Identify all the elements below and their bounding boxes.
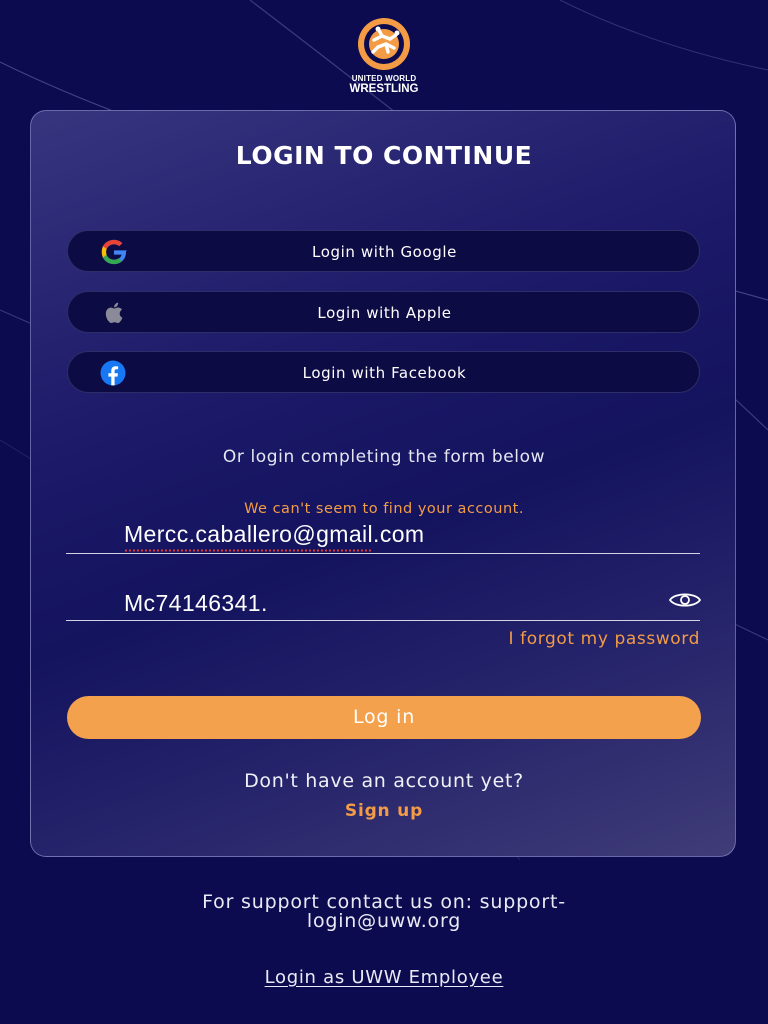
forgot-password-link[interactable]: I forgot my password bbox=[380, 629, 700, 649]
spellcheck-underline bbox=[124, 549, 371, 552]
password-field[interactable]: Mc74146341. bbox=[66, 574, 702, 621]
wrestling-logo-icon bbox=[358, 18, 410, 70]
facebook-login-button[interactable]: Login with Facebook bbox=[67, 351, 700, 393]
login-card bbox=[30, 110, 736, 857]
login-button[interactable]: Log in bbox=[67, 696, 701, 739]
google-login-label: Login with Google bbox=[312, 243, 457, 261]
employee-login-link[interactable]: Login as UWW Employee bbox=[0, 967, 768, 988]
eye-icon[interactable] bbox=[668, 590, 702, 610]
support-email-link[interactable]: login@uww.org bbox=[110, 912, 658, 931]
email-field[interactable]: Mercc.caballero@gmail.com bbox=[66, 507, 700, 554]
apple-login-button[interactable]: Login with Apple bbox=[67, 291, 700, 333]
password-input[interactable]: Mc74146341. bbox=[124, 590, 268, 617]
facebook-login-label: Login with Facebook bbox=[302, 364, 467, 382]
logo-text-wrestling: WRESTLING bbox=[349, 83, 419, 95]
uww-logo: UNITED WORLD WRESTLING bbox=[334, 16, 434, 95]
email-input[interactable]: Mercc.caballero@gmail.com bbox=[124, 521, 425, 548]
form-divider-text: Or login completing the form below bbox=[222, 447, 546, 467]
signup-link[interactable]: Sign up bbox=[0, 801, 768, 821]
logo-text-united-world: UNITED WORLD bbox=[351, 74, 417, 83]
support-text: For support contact us on: support- logi… bbox=[110, 893, 658, 931]
no-account-text: Don't have an account yet? bbox=[244, 770, 524, 792]
google-login-button[interactable]: Login with Google bbox=[67, 230, 700, 272]
apple-login-label: Login with Apple bbox=[317, 304, 452, 322]
page-title: LOGIN TO CONTINUE bbox=[235, 141, 533, 170]
